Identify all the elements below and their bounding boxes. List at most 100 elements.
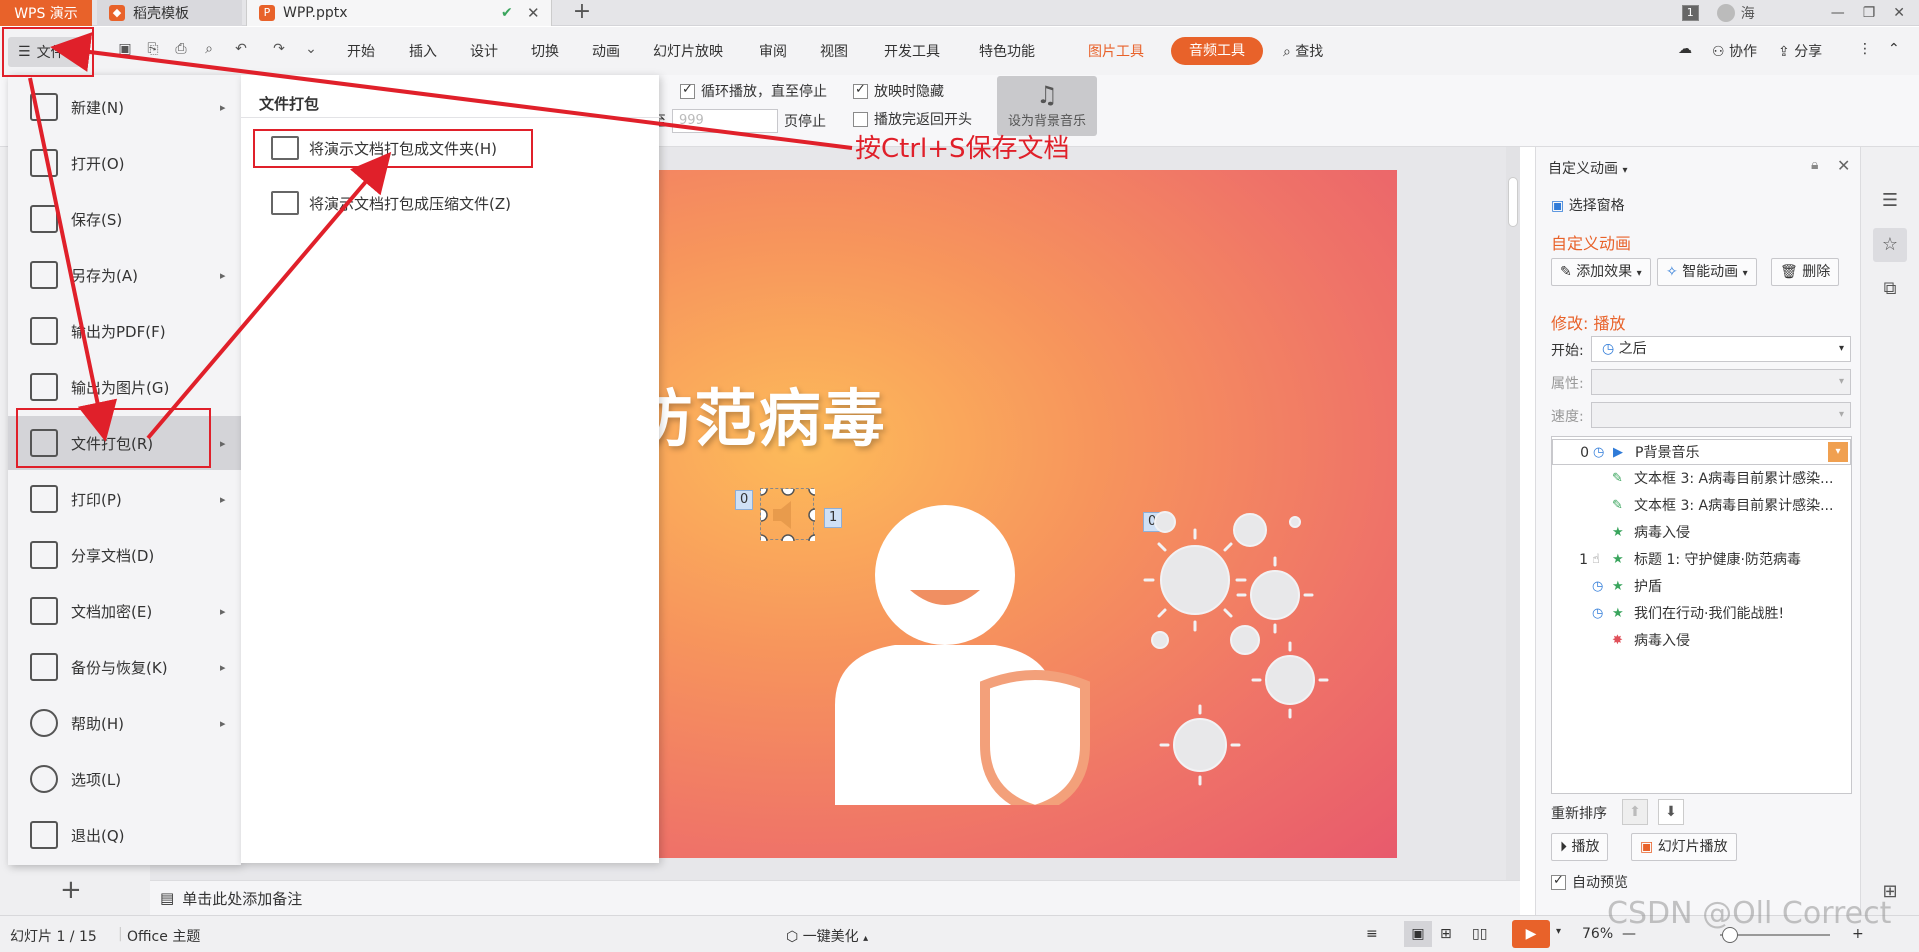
- new-tab-button[interactable]: +: [568, 0, 596, 26]
- delete-animation-button[interactable]: 🗑︎ 删除: [1771, 258, 1840, 286]
- list-item[interactable]: ◷ ★ 护盾: [1552, 574, 1851, 600]
- tab-transition[interactable]: 切换: [531, 41, 559, 61]
- properties-sliders-icon[interactable]: ☰: [1873, 184, 1907, 218]
- slide-sorter-icon[interactable]: ⊞: [1440, 926, 1452, 942]
- save-quick-icon[interactable]: ▣: [116, 41, 134, 59]
- lock-icon[interactable]: 🔒︎: [1811, 157, 1818, 173]
- chevron-down-icon[interactable]: ▾: [1828, 442, 1848, 462]
- move-down-icon[interactable]: ⬇: [1658, 799, 1684, 825]
- animation-order-badge[interactable]: 0: [735, 490, 754, 510]
- export-quick-icon[interactable]: ⎘: [144, 41, 162, 59]
- menu-item-new[interactable]: 新建(N) ▸: [8, 80, 241, 134]
- notes-bar[interactable]: ▤ 单击此处添加备注: [150, 880, 1520, 915]
- menu-item-options[interactable]: 选项(L): [8, 752, 241, 806]
- tab-animation[interactable]: 动画: [592, 41, 620, 61]
- tab-review[interactable]: 审阅: [759, 41, 787, 61]
- redo-icon[interactable]: ↷: [270, 41, 288, 59]
- tab-wps-presentation[interactable]: WPS 演示: [0, 0, 92, 26]
- minimize-icon[interactable]: —: [1831, 5, 1845, 21]
- auto-preview-checkbox[interactable]: 自动预览: [1551, 872, 1628, 892]
- add-slide-button[interactable]: +: [60, 875, 82, 905]
- property-select[interactable]: ▾: [1591, 369, 1851, 395]
- scrollbar-thumb[interactable]: [1508, 177, 1518, 227]
- list-item[interactable]: ✎ 文本框 3: A病毒目前累计感染...: [1552, 466, 1851, 492]
- start-select[interactable]: ◷ 之后 ▾: [1591, 336, 1851, 362]
- current-slide[interactable]: ·防范病毒 胜！ 0 1 0..: [605, 170, 1397, 858]
- close-window-icon[interactable]: ✕: [1893, 5, 1905, 21]
- chevron-down-icon[interactable]: ▾: [1556, 926, 1561, 937]
- canvas-scrollbar[interactable]: [1506, 147, 1520, 885]
- user-account[interactable]: 海: [1716, 3, 1755, 23]
- settings-icon: [30, 765, 58, 793]
- menu-item-export-image[interactable]: 输出为图片(G): [8, 360, 241, 414]
- window-count-badge[interactable]: 1: [1681, 5, 1699, 21]
- menu-item-open[interactable]: 打开(O): [8, 136, 241, 190]
- tab-wpp-pptx[interactable]: P WPP.pptx ✔ ✕: [246, 0, 552, 26]
- tab-special-features[interactable]: 特色功能: [979, 41, 1035, 61]
- menu-item-help[interactable]: 帮助(H) ▸: [8, 696, 241, 750]
- move-up-icon[interactable]: ⬆: [1622, 799, 1648, 825]
- menu-item-encrypt[interactable]: 文档加密(E) ▸: [8, 584, 241, 638]
- more-quick-icon[interactable]: ⌄: [302, 41, 320, 59]
- notes-placeholder[interactable]: 单击此处添加备注: [182, 888, 302, 909]
- hide-when-show-checkbox[interactable]: 放映时隐藏: [853, 81, 944, 101]
- stop-page-input[interactable]: 999: [672, 109, 778, 133]
- search-button[interactable]: ⌕ 查找: [1283, 41, 1323, 61]
- animation-star-icon[interactable]: ☆: [1873, 228, 1907, 262]
- menu-item-save[interactable]: 保存(S): [8, 192, 241, 246]
- slide-switch-icon[interactable]: ⧉: [1873, 272, 1907, 306]
- tab-insert[interactable]: 插入: [409, 41, 437, 61]
- tab-docer-templates[interactable]: ◆ 稻壳模板: [97, 0, 242, 26]
- tab-home[interactable]: 开始: [347, 41, 375, 61]
- beautify-button[interactable]: ⬡ 一键美化 ▴: [786, 926, 868, 946]
- close-panel-icon[interactable]: ✕: [1837, 156, 1850, 175]
- collaborate-button[interactable]: ⚇ 协作: [1712, 41, 1757, 61]
- cloud-sync-icon[interactable]: ☁: [1678, 41, 1692, 57]
- selection-pane-button[interactable]: ▣ 选择窗格: [1551, 195, 1625, 215]
- tab-picture-tools[interactable]: 图片工具: [1088, 41, 1144, 61]
- slideshow-play-button[interactable]: ▣ 幻灯片播放: [1631, 833, 1737, 861]
- list-item[interactable]: ◷ ★ 我们在行动·我们能战胜!: [1552, 601, 1851, 627]
- tab-developer[interactable]: 开发工具: [884, 41, 940, 61]
- list-item[interactable]: ✎ 文本框 3: A病毒目前累计感染...: [1552, 493, 1851, 519]
- tab-view[interactable]: 视图: [820, 41, 848, 61]
- list-item[interactable]: ★ 病毒入侵: [1552, 520, 1851, 546]
- chevron-right-icon: ▸: [220, 660, 226, 674]
- play-animation-button[interactable]: ⏵ 播放: [1551, 833, 1609, 861]
- theme-name[interactable]: Office 主题: [127, 926, 200, 946]
- reading-view-icon[interactable]: ▯▯: [1472, 926, 1487, 942]
- preview-quick-icon[interactable]: ⌕: [200, 41, 218, 59]
- smart-animation-button[interactable]: ✧ 智能动画 ▾: [1657, 258, 1757, 286]
- menu-item-print[interactable]: 打印(P) ▸: [8, 472, 241, 526]
- tab-audio-tools[interactable]: 音频工具: [1171, 37, 1263, 65]
- panel-header-dropdown[interactable]: 自定义动画 ▾: [1548, 158, 1627, 178]
- speed-select[interactable]: ▾: [1591, 402, 1851, 428]
- menu-item-share[interactable]: 分享文档(D): [8, 528, 241, 582]
- list-item[interactable]: 0 ◷ ▶ P背景音乐 ▾: [1552, 439, 1851, 465]
- share-button[interactable]: ⇪ 分享: [1778, 41, 1822, 61]
- collapse-ribbon-icon[interactable]: ⌃: [1888, 41, 1900, 57]
- undo-icon[interactable]: ↶: [232, 41, 250, 59]
- close-tab-icon[interactable]: ✕: [527, 4, 540, 22]
- set-background-music-button[interactable]: ♫ 设为背景音乐: [997, 76, 1097, 136]
- menu-item-backup[interactable]: 备份与恢复(K) ▸: [8, 640, 241, 694]
- new-tab-plus: +: [572, 0, 592, 24]
- more-options-icon[interactable]: ⋮: [1858, 41, 1872, 57]
- restore-icon[interactable]: ❐: [1863, 5, 1876, 21]
- menu-item-save-as[interactable]: 另存为(A) ▸: [8, 248, 241, 302]
- menu-item-exit[interactable]: 退出(Q): [8, 808, 241, 862]
- list-item[interactable]: ✸ 病毒入侵: [1552, 628, 1851, 654]
- print-quick-icon[interactable]: ⎙: [172, 41, 190, 59]
- tab-design[interactable]: 设计: [470, 41, 498, 61]
- tab-slideshow[interactable]: 幻灯片放映: [653, 41, 723, 61]
- package-to-zip-item[interactable]: 将演示文档打包成压缩文件(Z): [271, 185, 511, 221]
- menu-item-export-pdf[interactable]: 输出为PDF(F): [8, 304, 241, 358]
- normal-view-icon[interactable]: ▣: [1404, 921, 1432, 947]
- notes-toggle-icon[interactable]: ≡: [1366, 926, 1378, 942]
- play-slideshow-button[interactable]: ▶: [1512, 920, 1550, 948]
- loop-play-checkbox[interactable]: 循环播放，直至停止: [680, 81, 827, 101]
- list-item[interactable]: 1 ☝ ★ 标题 1: 守护健康·防范病毒: [1552, 547, 1851, 573]
- audio-object[interactable]: [754, 482, 822, 548]
- add-effect-button[interactable]: ✎ 添加效果 ▾: [1551, 258, 1651, 286]
- rewind-after-play-checkbox[interactable]: 播放完返回开头: [853, 109, 972, 129]
